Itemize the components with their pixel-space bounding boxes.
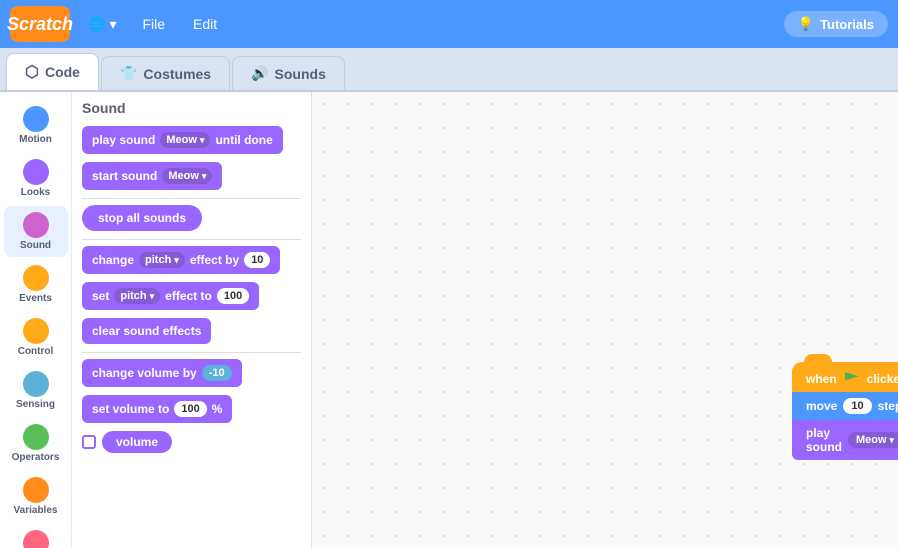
play-sound-until-block[interactable]: play sound Meow ▾ until done bbox=[82, 126, 283, 154]
sound-tab-icon: 🔊 bbox=[251, 65, 268, 82]
globe-button[interactable]: 🌐 ▾ bbox=[82, 12, 122, 37]
category-sidebar: Motion Looks Sound Events Control Sensin… bbox=[0, 92, 72, 548]
clear-effects-block[interactable]: clear sound effects bbox=[82, 318, 211, 344]
tab-code[interactable]: ⬡ Code bbox=[6, 53, 99, 90]
tabbar: ⬡ Code 👕 Costumes 🔊 Sounds bbox=[0, 48, 898, 92]
sidebar-item-sensing[interactable]: Sensing bbox=[4, 365, 68, 416]
sensing-dot bbox=[23, 371, 49, 397]
set-effect-block-row: set pitch ▾ effect to 100 bbox=[82, 282, 301, 310]
file-menu[interactable]: File bbox=[134, 12, 173, 36]
move-suffix: steps bbox=[878, 399, 898, 413]
meow-dropdown-2[interactable]: Meow ▾ bbox=[162, 168, 212, 184]
sidebar-item-myblocks[interactable]: My Blocks bbox=[4, 524, 68, 548]
costume-icon: 👕 bbox=[120, 65, 137, 82]
sidebar-item-looks[interactable]: Looks bbox=[4, 153, 68, 204]
globe-icon: 🌐 bbox=[88, 16, 105, 33]
stop-all-sounds-block[interactable]: stop all sounds bbox=[82, 205, 202, 231]
set-effect-block[interactable]: set pitch ▾ effect to 100 bbox=[82, 282, 259, 310]
tab-costumes[interactable]: 👕 Costumes bbox=[101, 56, 230, 90]
pitch-dropdown-2[interactable]: pitch ▾ bbox=[114, 288, 160, 304]
motion-label: Motion bbox=[19, 134, 52, 145]
sidebar-item-motion[interactable]: Motion bbox=[4, 100, 68, 151]
stop-all-sounds-label: stop all sounds bbox=[98, 211, 186, 225]
myblocks-dot bbox=[23, 530, 49, 548]
edit-menu[interactable]: Edit bbox=[185, 12, 225, 36]
tutorials-label: Tutorials bbox=[820, 17, 874, 32]
set-volume-block-row: set volume to 100 % bbox=[82, 395, 301, 423]
operators-label: Operators bbox=[12, 452, 60, 463]
move-steps-block[interactable]: move 10 steps bbox=[792, 392, 898, 420]
topbar: Scratch 🌐 ▾ File Edit 💡 Tutorials bbox=[0, 0, 898, 48]
variables-label: Variables bbox=[14, 505, 58, 516]
pitch-dropdown-1[interactable]: pitch ▾ bbox=[139, 252, 185, 268]
control-dot bbox=[23, 318, 49, 344]
play-sound-block-row: play sound Meow ▾ until done bbox=[82, 126, 301, 154]
meow-dropdown-1[interactable]: Meow ▾ bbox=[160, 132, 210, 148]
events-label: Events bbox=[19, 293, 52, 304]
panel-title: Sound bbox=[82, 100, 301, 116]
tab-sounds-label: Sounds bbox=[275, 66, 326, 82]
sound-prefix: play sound bbox=[806, 426, 842, 454]
effect-to-value[interactable]: 100 bbox=[217, 288, 249, 304]
clear-effects-block-row: clear sound effects bbox=[82, 318, 301, 344]
volume-set-value[interactable]: 100 bbox=[174, 401, 206, 417]
start-sound-block-row: start sound Meow ▾ bbox=[82, 162, 301, 190]
motion-dot bbox=[23, 106, 49, 132]
set-volume-block[interactable]: set volume to 100 % bbox=[82, 395, 232, 423]
divider-2 bbox=[82, 239, 301, 240]
tutorials-icon: 💡 bbox=[798, 16, 814, 32]
play-sound-ws-block[interactable]: play sound Meow ▾ until done bbox=[792, 420, 898, 460]
stop-all-sounds-block-row: stop all sounds bbox=[82, 205, 301, 231]
move-prefix: move bbox=[806, 399, 837, 413]
hat-block-group: when clicked move 10 steps play sound Me… bbox=[792, 362, 898, 460]
tutorials-button[interactable]: 💡 Tutorials bbox=[784, 11, 888, 37]
change-volume-block[interactable]: change volume by -10 bbox=[82, 359, 242, 387]
sound-label: Sound bbox=[20, 240, 51, 251]
tab-code-label: Code bbox=[45, 64, 80, 80]
sidebar-item-control[interactable]: Control bbox=[4, 312, 68, 363]
sound-dot bbox=[23, 212, 49, 238]
sidebar-item-sound[interactable]: Sound bbox=[4, 206, 68, 257]
tab-sounds[interactable]: 🔊 Sounds bbox=[232, 56, 345, 90]
tab-costumes-label: Costumes bbox=[143, 66, 211, 82]
globe-arrow: ▾ bbox=[109, 16, 116, 33]
scratch-logo[interactable]: Scratch bbox=[10, 6, 70, 42]
sidebar-item-events[interactable]: Events bbox=[4, 259, 68, 310]
volume-change-value[interactable]: -10 bbox=[202, 365, 232, 381]
control-label: Control bbox=[18, 346, 54, 357]
volume-checkbox[interactable] bbox=[82, 435, 96, 449]
looks-label: Looks bbox=[21, 187, 50, 198]
sound-dropdown-ws[interactable]: Meow ▾ bbox=[848, 432, 898, 448]
when-label: when bbox=[806, 372, 837, 386]
move-value[interactable]: 10 bbox=[843, 398, 871, 414]
blocks-panel: Sound play sound Meow ▾ until done start… bbox=[72, 92, 312, 548]
script-container: when clicked move 10 steps play sound Me… bbox=[792, 362, 898, 460]
flag-icon bbox=[845, 372, 859, 386]
volume-reporter-block[interactable]: volume bbox=[102, 431, 172, 453]
looks-dot bbox=[23, 159, 49, 185]
variables-dot bbox=[23, 477, 49, 503]
change-effect-block-row: change pitch ▾ effect by 10 bbox=[82, 246, 301, 274]
clicked-label: clicked bbox=[867, 372, 898, 386]
code-icon: ⬡ bbox=[25, 62, 39, 82]
sidebar-item-variables[interactable]: Variables bbox=[4, 471, 68, 522]
main-area: Motion Looks Sound Events Control Sensin… bbox=[0, 92, 898, 548]
when-flag-clicked-block[interactable]: when clicked bbox=[792, 362, 898, 392]
divider-3 bbox=[82, 352, 301, 353]
sensing-label: Sensing bbox=[16, 399, 55, 410]
operators-dot bbox=[23, 424, 49, 450]
events-dot bbox=[23, 265, 49, 291]
hat-notch bbox=[804, 354, 832, 366]
effect-by-value[interactable]: 10 bbox=[244, 252, 270, 268]
change-effect-block[interactable]: change pitch ▾ effect by 10 bbox=[82, 246, 280, 274]
volume-reporter-row: volume bbox=[82, 431, 301, 453]
divider-1 bbox=[82, 198, 301, 199]
sidebar-item-operators[interactable]: Operators bbox=[4, 418, 68, 469]
start-sound-block[interactable]: start sound Meow ▾ bbox=[82, 162, 222, 190]
workspace: when clicked move 10 steps play sound Me… bbox=[312, 92, 898, 548]
change-volume-block-row: change volume by -10 bbox=[82, 359, 301, 387]
